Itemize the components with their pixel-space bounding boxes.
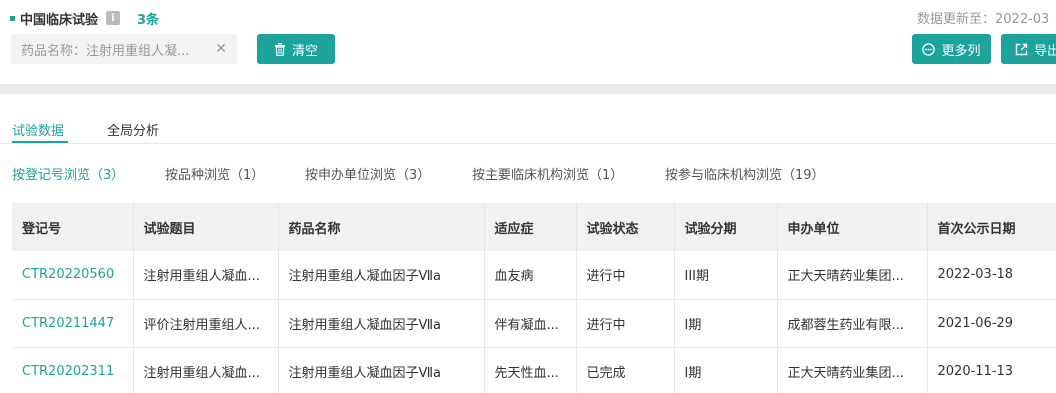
page-title: 中国临床试验 [20, 12, 99, 28]
drug-name-cell: 注射用重组人凝血因子Ⅶa [278, 251, 485, 300]
column-header[interactable]: 试验状态 [576, 203, 675, 251]
export-icon [1015, 43, 1028, 56]
sponsor-cell: 正大天晴药业集团... [777, 251, 928, 300]
registration-number-link[interactable]: CTR20211447 [12, 299, 134, 348]
more-circle-icon [922, 42, 936, 56]
more-columns-label: 更多列 [941, 43, 981, 59]
sponsor-cell: 成都蓉生药业有限... [777, 299, 928, 348]
title-row: 中国临床试验 i 3条 [10, 9, 160, 28]
tab-global-analysis[interactable]: 全局分析 [107, 120, 159, 139]
drug-name-cell: 注射用重组人凝血因子Ⅶa [278, 347, 485, 393]
top-bar: 中国临床试验 i 3条 数据更新至：2022-03 药品名称：注射用重组人凝..… [0, 0, 1056, 84]
data-updated-text: 数据更新至：2022-03 [917, 12, 1050, 27]
trial-phase-cell: III期 [674, 251, 778, 300]
column-header[interactable]: 试验题目 [133, 203, 279, 251]
trial-status-cell: 进行中 [576, 299, 675, 348]
column-header[interactable]: 申办单位 [777, 203, 928, 251]
table-row[interactable]: CTR20211447 评价注射用重组人... 注射用重组人凝血因子Ⅶa 伴有凝… [12, 299, 1056, 348]
trial-status-cell: 已完成 [576, 347, 675, 393]
tab-trial-data[interactable]: 试验数据 [12, 120, 64, 139]
trash-icon [274, 42, 286, 56]
trials-table: 登记号 试验题目 药品名称 适应症 试验状态 试验分期 申办单位 首次公示日期 … [12, 203, 1056, 393]
indication-cell: 伴有凝血... [484, 299, 577, 348]
first-public-date-cell: 2020-11-13 [927, 347, 1056, 393]
first-public-date-cell: 2021-06-29 [927, 299, 1056, 348]
indication-cell: 血友病 [484, 251, 577, 300]
sponsor-cell: 正大天晴药业集团... [777, 347, 928, 393]
column-header[interactable]: 首次公示日期 [927, 203, 1056, 251]
subtab-by-main-institution[interactable]: 按主要临床机构浏览（1） [472, 164, 623, 183]
trials-table-container: 登记号 试验题目 药品名称 适应症 试验状态 试验分期 申办单位 首次公示日期 … [12, 203, 1056, 393]
first-public-date-cell: 2022-03-18 [927, 251, 1056, 300]
close-icon[interactable]: ✕ [211, 41, 231, 57]
column-header[interactable]: 登记号 [12, 203, 134, 251]
filter-chip-label: 药品名称：注射用重组人凝... [21, 43, 190, 59]
column-header[interactable]: 试验分期 [674, 203, 778, 251]
more-columns-button[interactable]: 更多列 [912, 34, 991, 64]
export-button[interactable]: 导出 [1001, 34, 1056, 64]
title-marker [10, 15, 15, 21]
column-header[interactable]: 适应症 [484, 203, 577, 251]
export-label: 导出 [1034, 43, 1056, 59]
result-count: 3条 [137, 12, 160, 28]
browse-subtabs: 按登记号浏览（3） 按品种浏览（1） 按申办单位浏览（3） 按主要临床机构浏览（… [0, 160, 1056, 184]
main-tabs: 试验数据 全局分析 [0, 94, 1056, 144]
indication-cell: 先天性血... [484, 347, 577, 393]
trial-phase-cell: I期 [674, 347, 778, 393]
clear-button-label: 清空 [291, 43, 318, 59]
trial-title-cell: 评价注射用重组人... [133, 299, 279, 348]
info-icon[interactable]: i [106, 11, 121, 25]
active-tab-indicator [12, 141, 68, 143]
table-header-row: 登记号 试验题目 药品名称 适应症 试验状态 试验分期 申办单位 首次公示日期 [12, 203, 1056, 251]
trial-status-cell: 进行中 [576, 251, 675, 300]
clear-button[interactable]: 清空 [257, 34, 335, 64]
table-row[interactable]: CTR20202311 注射用重组人凝血... 注射用重组人凝血因子Ⅶa 先天性… [12, 347, 1056, 393]
drug-name-cell: 注射用重组人凝血因子Ⅶa [278, 299, 485, 348]
table-row[interactable]: CTR20220560 注射用重组人凝血... 注射用重组人凝血因子Ⅶa 血友病… [12, 251, 1056, 300]
subtab-by-registration[interactable]: 按登记号浏览（3） [12, 164, 124, 183]
registration-number-link[interactable]: CTR20220560 [12, 251, 134, 300]
registration-number-link[interactable]: CTR20202311 [12, 347, 134, 393]
subtab-by-participating-institution[interactable]: 按参与临床机构浏览（19） [665, 164, 825, 183]
subtab-by-drug[interactable]: 按品种浏览（1） [165, 164, 264, 183]
section-divider [0, 84, 1056, 94]
trial-title-cell: 注射用重组人凝血... [133, 347, 279, 393]
trial-title-cell: 注射用重组人凝血... [133, 251, 279, 300]
subtab-by-sponsor[interactable]: 按申办单位浏览（3） [305, 164, 430, 183]
trial-phase-cell: I期 [674, 299, 778, 348]
filter-chip[interactable]: 药品名称：注射用重组人凝... ✕ [11, 34, 237, 64]
column-header[interactable]: 药品名称 [278, 203, 485, 251]
